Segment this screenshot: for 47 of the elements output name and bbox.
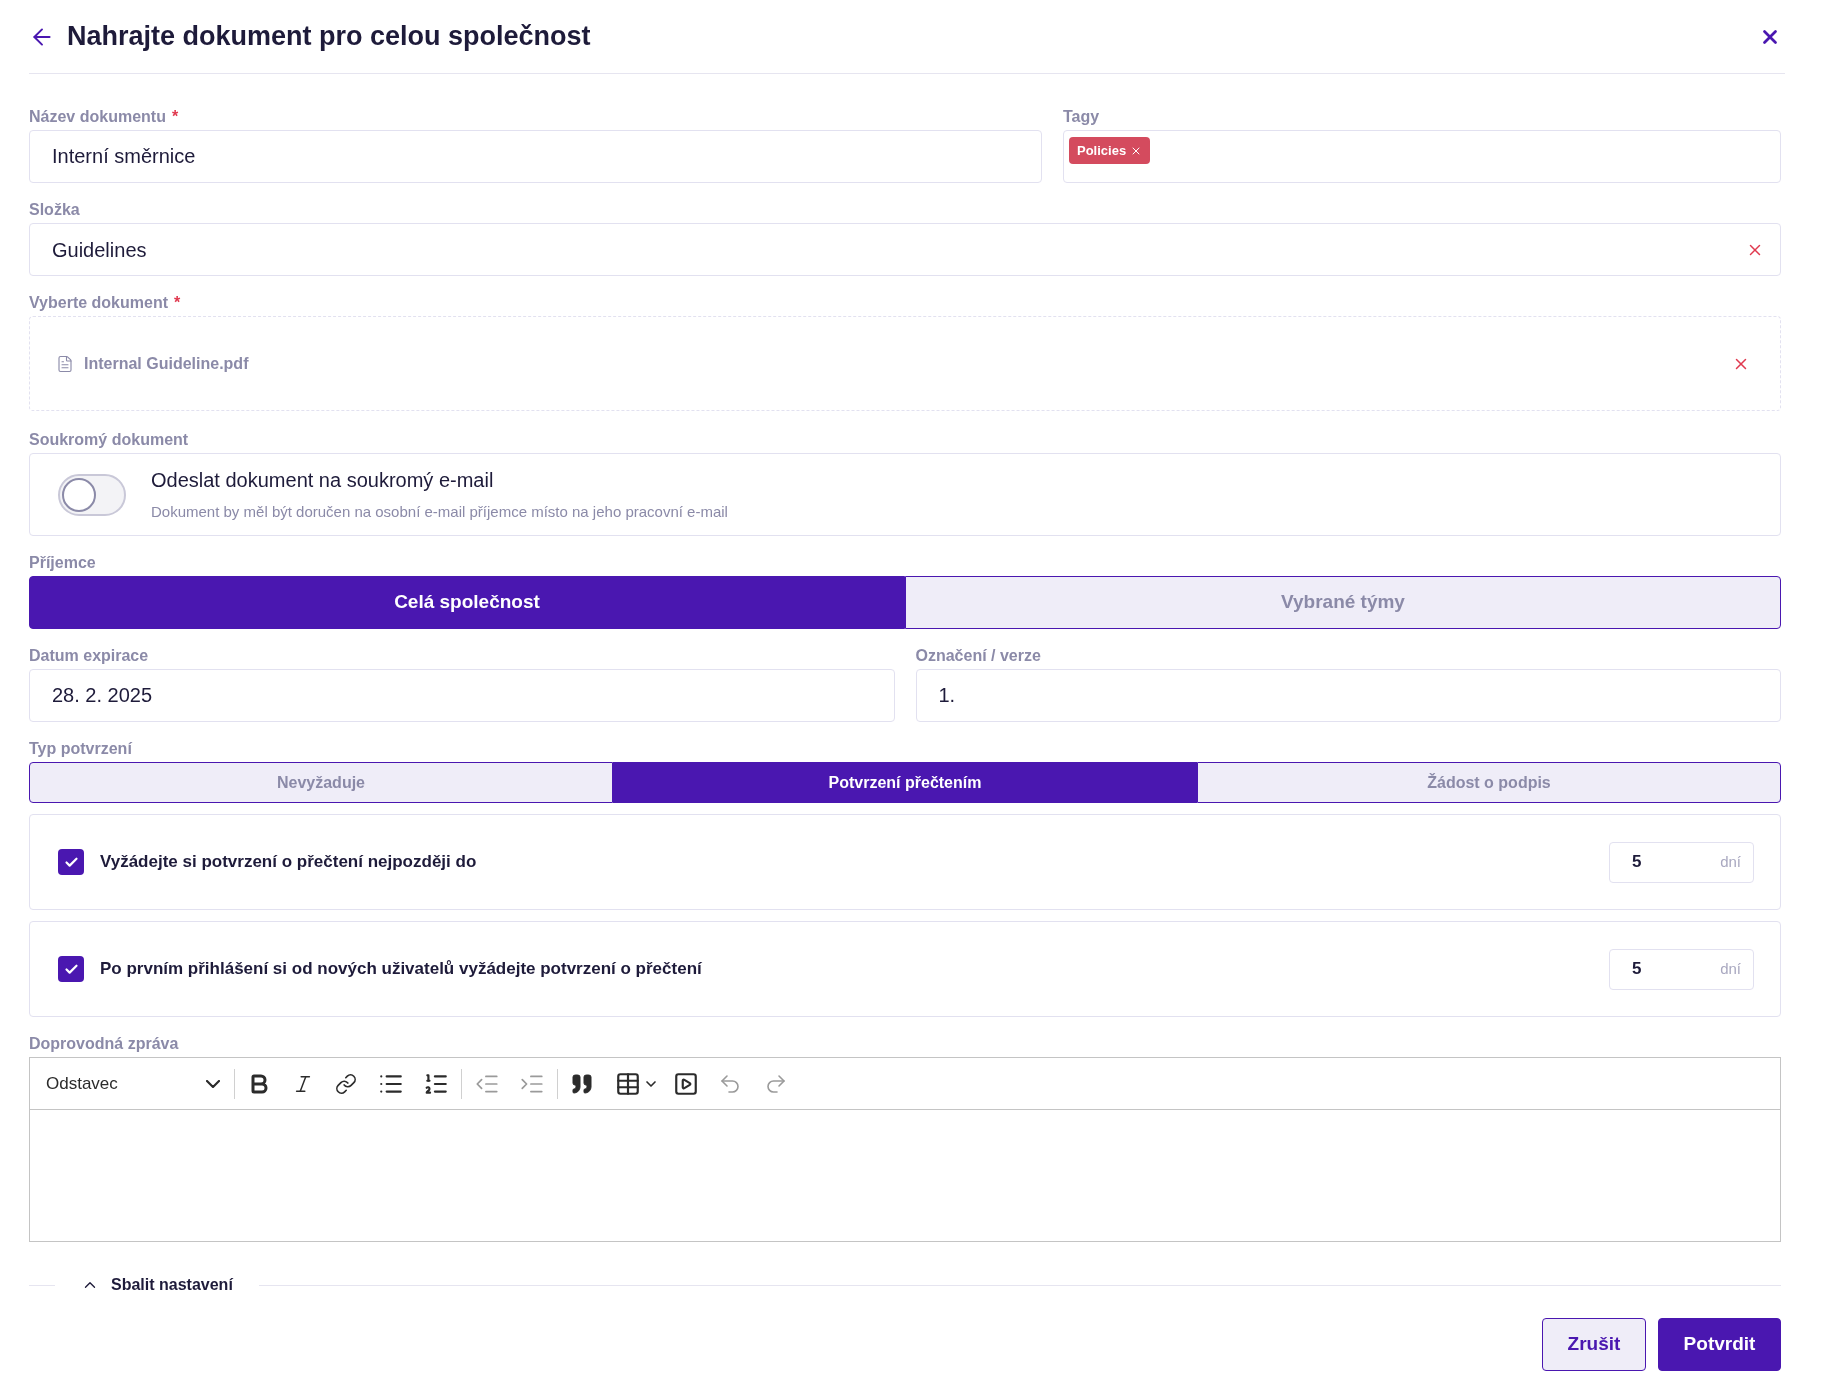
toggle-title: Odeslat dokument na soukromý e-mail — [151, 468, 495, 494]
field-label: Název dokumentu — [29, 107, 166, 127]
table-icon — [615, 1070, 641, 1097]
file-icon — [56, 354, 74, 373]
toggle-switch[interactable] — [58, 473, 126, 516]
days-unit: dní — [1720, 958, 1741, 979]
folder-field[interactable]: Guidelines — [29, 223, 1781, 276]
table-menu[interactable] — [615, 1070, 659, 1097]
days-unit: dní — [1720, 851, 1741, 872]
field-label: Tagy — [1063, 107, 1100, 127]
field-label: Datum expirace — [29, 646, 149, 666]
quote-icon[interactable] — [570, 1071, 594, 1096]
field-label: Doprovodná zpráva — [29, 1034, 179, 1054]
days-field[interactable]: 5 dní — [1609, 948, 1754, 990]
field-label: Soukromý dokument — [29, 430, 189, 450]
link-icon[interactable] — [335, 1072, 357, 1095]
tags-field[interactable]: Policies — [1063, 130, 1781, 183]
field-label: Složka — [29, 200, 80, 220]
requirement-label: Po prvním přihlášení si od nových uživatelů vyžádejte potvrzení o přečtení — [100, 958, 702, 981]
tag-chip: Policies — [1069, 137, 1151, 164]
folder-value: Guidelines — [52, 237, 147, 263]
days-field[interactable]: 5 dní — [1609, 841, 1754, 883]
requirement-label: Vyžádejte si potvrzení o přečtení nejpozději do — [100, 851, 477, 874]
version-field[interactable]: 1. — [915, 669, 1781, 722]
checkbox[interactable] — [58, 849, 84, 875]
chevron-down-icon — [206, 1079, 220, 1088]
field-label: Vyberte dokument — [29, 293, 168, 313]
checkbox[interactable] — [58, 956, 84, 982]
field-label: Příjemce — [29, 553, 96, 573]
field-label: Označení / verze — [915, 646, 1041, 666]
days-value: 5 — [1632, 851, 1642, 874]
days-value: 5 — [1632, 958, 1642, 981]
toggle-description: Dokument by měl být doručen na osobní e-mail příjemce místo na jeho pracovní e-mail — [151, 502, 728, 523]
segment-tab[interactable]: Celá společnost — [29, 576, 905, 629]
cancel-button[interactable]: Zrušit — [1542, 1318, 1646, 1371]
segment-tab[interactable]: Potvrzení přečtením — [613, 762, 1197, 803]
expiration-date-field[interactable]: 28. 2. 2025 — [29, 669, 895, 722]
collapse-toggle[interactable]: Sbalit nastavení — [81, 1273, 233, 1297]
required-mark: * — [171, 107, 179, 127]
format-dropdown[interactable]: Odstavec — [46, 1070, 222, 1097]
field-label: Typ potvrzení — [29, 739, 132, 759]
media-icon[interactable] — [673, 1070, 699, 1097]
confirm-button[interactable]: Potvrdit — [1658, 1318, 1781, 1371]
file-name: Internal Guideline.pdf — [84, 353, 249, 374]
window-title: Nahrajte dokument pro celou společnost — [67, 20, 591, 54]
required-mark: * — [174, 293, 181, 313]
document-name-field[interactable]: Interní směrnice — [29, 130, 1042, 183]
